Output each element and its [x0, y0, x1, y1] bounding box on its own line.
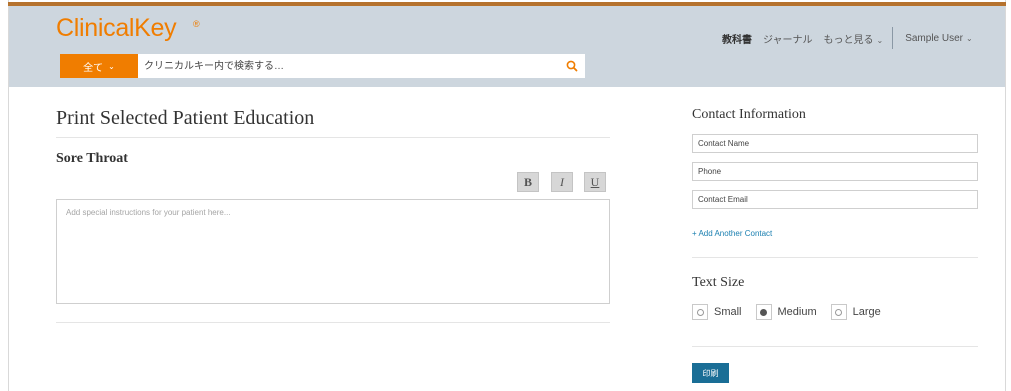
special-instructions-textarea[interactable] [56, 199, 610, 304]
search-icon[interactable] [565, 59, 579, 73]
phone-field[interactable] [692, 162, 978, 181]
search-bar: 全て ⌄ [60, 54, 585, 78]
page: ClinicalKey ® 全て ⌄ 教科書 ジャーナル もっと見る⌄ Samp… [0, 0, 1011, 391]
top-navigation: 教科書 ジャーナル もっと見る ⌄ Sample User ⌄ [722, 27, 984, 49]
text-size-heading: Text Size [692, 275, 745, 290]
radio-dot-selected [760, 308, 768, 316]
page-title: Print Selected Patient Education [56, 107, 315, 129]
text-size-medium-radio[interactable]: Medium [755, 304, 817, 320]
bold-button[interactable]: B [517, 172, 539, 192]
radio-box [755, 304, 772, 320]
nav-item-more-label: もっと見る [823, 34, 874, 46]
search-scope-dropdown[interactable]: 全て ⌄ [60, 54, 138, 78]
nav-divider [892, 27, 894, 49]
clinicalkey-logo[interactable]: ClinicalKey [56, 14, 177, 43]
nav-item-journals[interactable]: ジャーナル [763, 31, 813, 46]
contact-information-heading: Contact Information [692, 107, 806, 122]
nav-item-more[interactable]: もっと見る ⌄ [824, 31, 884, 46]
contact-name-field[interactable] [692, 134, 978, 153]
radio-dot [696, 308, 704, 316]
underline-button[interactable]: U [584, 172, 606, 192]
nav-item-books[interactable]: 教科書 [722, 31, 752, 46]
radio-label: Small [714, 306, 742, 318]
registered-mark: ® [193, 19, 200, 29]
text-size-small-radio[interactable]: Small [692, 304, 742, 320]
divider [692, 257, 978, 258]
radio-dot [835, 308, 843, 316]
search-scope-label: 全て [83, 62, 104, 74]
divider [56, 137, 610, 138]
search-input[interactable] [144, 54, 554, 78]
radio-label: Medium [777, 306, 817, 318]
app-header: ClinicalKey ® 全て ⌄ 教科書 ジャーナル もっと見る⌄ Samp… [9, 6, 1005, 87]
radio-label: Large [852, 306, 881, 318]
text-size-options: Small Medium Large [692, 302, 895, 322]
user-menu[interactable]: Sample User ⌄ [905, 33, 973, 44]
chevron-down-icon: ⌄ [966, 33, 973, 43]
chevron-down-icon: ⌄ [876, 35, 884, 45]
print-button[interactable]: 印刷 [692, 363, 729, 383]
divider [56, 322, 610, 323]
chevron-down-icon: ⌄ [108, 61, 115, 71]
radio-box [692, 304, 708, 320]
italic-button[interactable]: I [551, 172, 573, 192]
user-name: Sample User [905, 32, 964, 44]
frame-border-right [1005, 0, 1006, 391]
divider [692, 346, 978, 347]
topic-title: Sore Throat [56, 151, 128, 166]
add-another-contact-link[interactable]: + Add Another Contact [692, 229, 772, 238]
text-size-large-radio[interactable]: Large [830, 304, 881, 320]
radio-box [830, 304, 847, 320]
contact-email-field[interactable] [692, 190, 978, 209]
